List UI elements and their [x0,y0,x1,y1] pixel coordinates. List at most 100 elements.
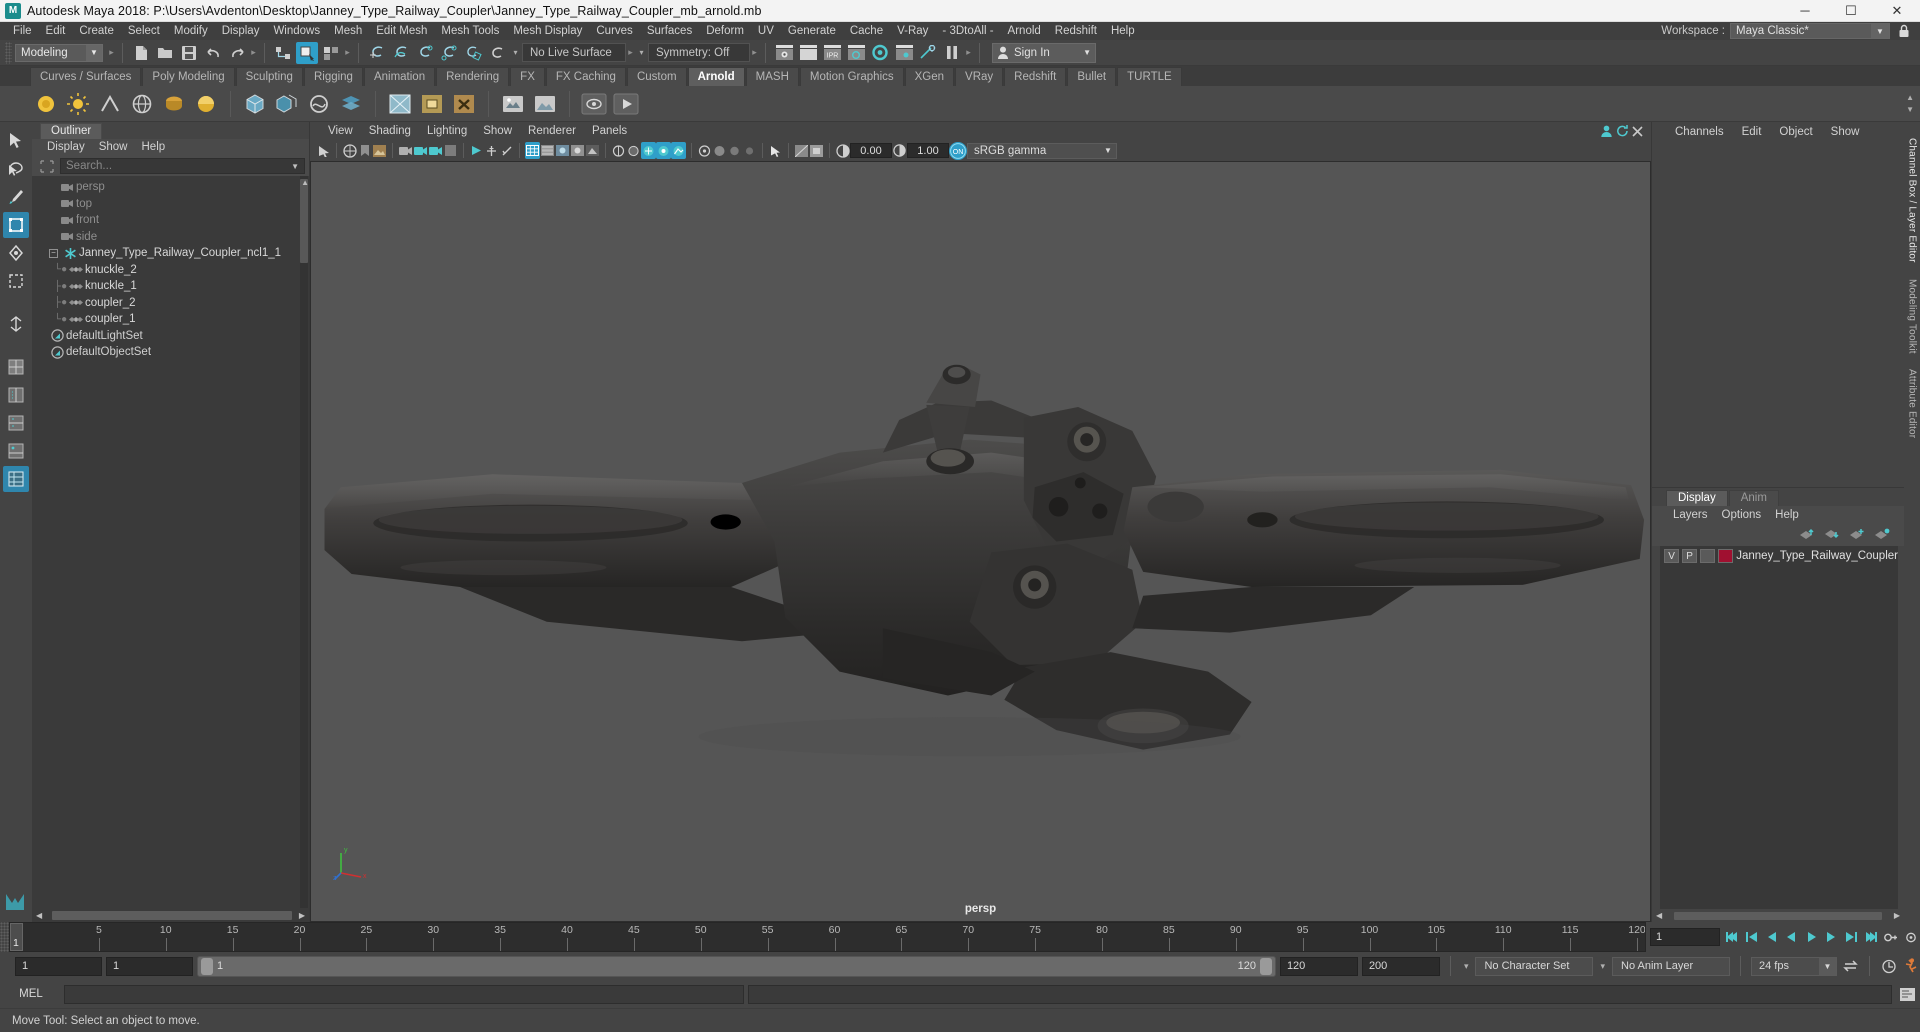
layer-playback-toggle[interactable]: P [1682,549,1698,563]
menu-redshift[interactable]: Redshift [1048,22,1104,40]
menu-file[interactable]: File [6,22,39,40]
script-editor-icon[interactable] [1896,984,1918,1004]
animation-preferences-icon[interactable] [1902,927,1920,947]
snap-to-view-plane-button[interactable] [462,42,484,64]
viewport-menu-show[interactable]: Show [475,122,520,140]
viewport-effects-icon[interactable] [671,142,686,159]
viewport-menu-panels[interactable]: Panels [584,122,635,140]
new-empty-layer-icon[interactable] [1874,528,1890,541]
outliner-scrollbar-thumb[interactable] [300,179,308,263]
exposure-value[interactable]: 0.00 [850,143,892,158]
shelf-tab-motion-graphics[interactable]: Motion Graphics [799,67,904,86]
fps-select[interactable]: 24 fps ▼ [1751,956,1837,976]
statusline-grip[interactable] [5,41,12,64]
select-tool[interactable] [3,128,29,154]
menu-help[interactable]: Help [1104,22,1142,40]
multisample-aa-icon[interactable] [641,142,656,159]
scale-tool[interactable] [3,268,29,294]
outliner-item-default-light-set[interactable]: defaultLightSet [32,328,309,345]
time-slider[interactable]: 1 5 10 15 20 25 30 35 40 45 50 55 60 65 70 75 80 85 90 95 1… [9,922,1646,952]
new-layer-from-selected-icon[interactable] [1849,528,1865,541]
collapse-arrow-1[interactable]: ▸ [107,42,116,64]
viewport-refresh-icon[interactable] [1616,125,1629,137]
layer-menu-help[interactable]: Help [1768,506,1806,524]
open-scene-button[interactable] [154,42,176,64]
viewport-close-icon[interactable] [1632,125,1643,137]
menu-curves[interactable]: Curves [589,22,639,40]
menu-generate[interactable]: Generate [781,22,843,40]
arnold-flythrough-icon[interactable] [500,91,526,117]
menu-mesh[interactable]: Mesh [327,22,369,40]
step-forward-keyframe-icon[interactable] [1842,927,1860,947]
timeline-end-field[interactable]: 1 [1650,928,1720,946]
auto-keyframe-toggle-icon[interactable] [1880,956,1898,976]
menu-windows[interactable]: Windows [266,22,327,40]
collapse-arrow-5[interactable]: ▸ [750,42,759,64]
shelf-tab-rigging[interactable]: Rigging [303,67,363,86]
arnold-standin-icon[interactable] [242,91,268,117]
layers-scroll-right-icon[interactable]: ▶ [1894,911,1900,920]
layers-scroll-left-icon[interactable]: ◀ [1656,911,1662,920]
auto-key-icon[interactable] [1882,927,1900,947]
menu-display[interactable]: Display [215,22,267,40]
use-default-material-icon[interactable] [794,142,809,159]
persp-graph-layout-button[interactable] [3,438,29,464]
snap-to-curve-button[interactable] [390,42,412,64]
shelf-tab-rendering[interactable]: Rendering [436,67,510,86]
character-set-select[interactable]: No Character Set [1475,956,1594,976]
menu-create[interactable]: Create [72,22,121,40]
save-scene-button[interactable] [178,42,200,64]
arnold-skydome-light-icon[interactable] [129,91,155,117]
outliner-item-default-object-set[interactable]: defaultObjectSet [32,344,309,361]
light-editor-button[interactable] [917,42,939,64]
shelf-tab-sculpting[interactable]: Sculpting [235,67,303,86]
layer-color-swatch[interactable] [1718,549,1734,563]
shelf-tab-xgen[interactable]: XGen [904,67,955,86]
arnold-area-light-icon[interactable] [33,91,59,117]
shaded-material-icon[interactable] [809,142,824,159]
move-layer-up-icon[interactable] [1799,528,1815,541]
shelf-tab-fx-caching[interactable]: FX Caching [545,67,626,86]
resolution-gate-icon[interactable] [469,142,484,159]
menu-mesh-tools[interactable]: Mesh Tools [434,22,506,40]
snap-to-projected-center-button[interactable] [438,42,460,64]
last-tool-used[interactable] [3,311,29,337]
anim-layer-caret-icon[interactable]: ▾ [1597,961,1608,972]
layers-hscroll-thumb[interactable] [1674,911,1882,920]
menu-3dtoall[interactable]: - 3DtoAll - [935,22,1000,40]
command-response-field[interactable] [748,984,1892,1004]
animation-start-time-field[interactable]: 1 [15,956,102,976]
single-view-layout-button[interactable] [3,354,29,380]
arnold-render-abort-icon[interactable] [451,91,477,117]
outliner-item-knuckle-1[interactable]: ├● knuckle_1 [32,278,309,295]
outliner-scroll-up-icon[interactable]: ▲ [301,178,309,187]
colorspace-select[interactable]: sRGB gamma ▼ [967,142,1117,159]
arnold-render-view-icon[interactable] [387,91,413,117]
four-view-layout-button[interactable] [3,382,29,408]
vtab-channel-box-layer-editor[interactable]: Channel Box / Layer Editor [1907,130,1918,271]
shelf-tab-custom[interactable]: Custom [626,67,687,86]
menu-mesh-display[interactable]: Mesh Display [506,22,589,40]
outliner-menu-help[interactable]: Help [135,139,173,156]
channelbox-body[interactable] [1652,142,1904,487]
filter-icon[interactable] [38,158,56,174]
isolate-select-icon[interactable] [697,142,712,159]
channelbox-menu-edit[interactable]: Edit [1733,122,1771,142]
symmetry-field[interactable]: Symmetry: Off [648,43,750,62]
safe-action-icon[interactable] [499,142,514,159]
playback-start-time-field[interactable]: 1 [106,956,193,976]
menu-deform[interactable]: Deform [699,22,751,40]
image-plane-icon[interactable] [372,142,387,159]
shelf-tab-animation[interactable]: Animation [363,67,436,86]
menu-edit-mesh[interactable]: Edit Mesh [369,22,434,40]
lasso-tool[interactable] [3,156,29,182]
arnold-render-region-icon[interactable] [419,91,445,117]
ipr-render-button[interactable]: IPR [821,42,843,64]
symmetry-caret[interactable]: ▾ [635,42,648,64]
two-d-pan-zoom-icon[interactable] [398,142,413,159]
persp-outliner-layout-button[interactable] [3,410,29,436]
outliner-item-janney-group[interactable]: − Janney_Type_Railway_Coupler_ncl1_1 [32,245,309,262]
step-back-keyframe-icon[interactable] [1742,927,1760,947]
rotate-tool[interactable] [3,240,29,266]
channelbox-menu-object[interactable]: Object [1770,122,1821,142]
